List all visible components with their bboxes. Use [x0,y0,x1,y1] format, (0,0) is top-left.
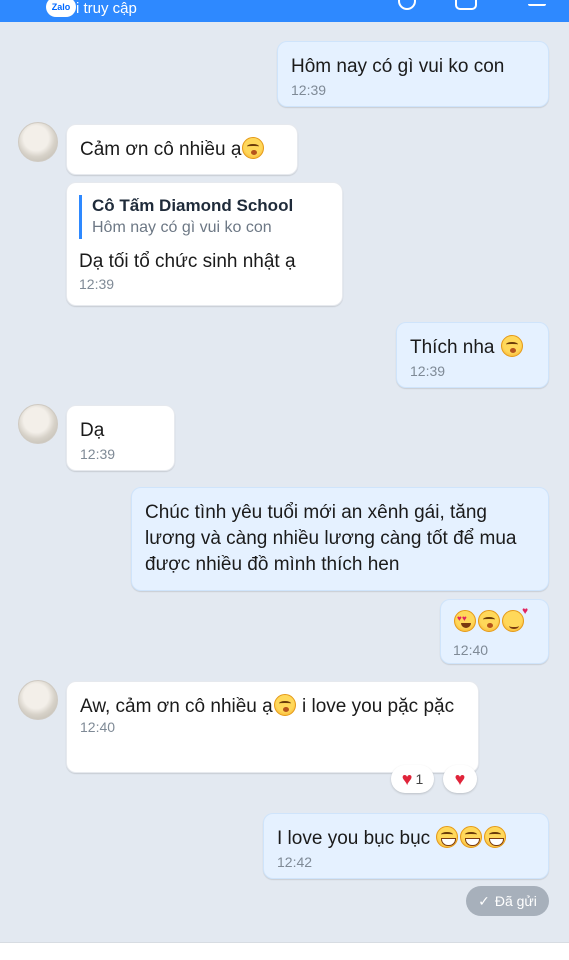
message-bubble-sent[interactable]: 12:40 [440,599,549,664]
grinning-face-icon [436,826,459,848]
message-time: 12:39 [410,363,446,379]
message-bubble-sent[interactable]: Thích nha 12:39 [396,322,549,388]
chat-header: Zalo i truy cập [0,0,569,22]
message-bubble-received[interactable]: Cảm ơn cô nhiều ạ [66,124,298,175]
message-text: Dạ tối tổ chức sinh nhật ạ [79,251,296,272]
quote-author: Cô Tấm Diamond School [92,196,294,215]
kissing-face-icon [273,694,296,716]
message-text: Thích nha [410,335,535,361]
grinning-face-icon [460,826,483,848]
menu-icon[interactable] [528,0,546,6]
message-text: Aw, cảm ơn cô nhiều ạ i love you pặc pặc [80,694,455,717]
kissing-face-icon [478,610,500,632]
sent-status-label: Đã gửi [494,893,537,909]
message-text: Hôm nay có gì vui ko con [291,56,505,77]
quoted-message[interactable]: Cô Tấm Diamond School Hôm nay có gì vui … [79,195,330,239]
message-time: 12:39 [80,446,116,462]
kissing-face-icon [242,137,265,159]
video-call-icon[interactable] [455,0,477,10]
grinning-face-icon [484,826,507,848]
emoji-row [453,606,536,634]
reaction-count-badge[interactable]: ♥ 1 [391,765,434,793]
kissing-face-icon [500,335,523,357]
message-bubble-reply[interactable]: Cô Tấm Diamond School Hôm nay có gì vui … [66,182,343,306]
quote-text: Hôm nay có gì vui ko con [92,219,272,236]
header-subtitle: i truy cập [76,0,137,17]
phone-icon[interactable] [398,0,416,10]
message-text: Cảm ơn cô nhiều ạ [80,137,284,163]
smiling-hearts-icon [502,606,528,632]
message-bubble-sent[interactable]: Hôm nay có gì vui ko con 12:39 [277,41,549,107]
heart-eyes-icon [454,610,476,632]
message-bubble-received[interactable]: Dạ 12:39 [66,405,175,471]
contact-avatar[interactable] [18,680,58,720]
message-time: 12:40 [80,719,116,735]
heart-icon: ♥ [401,769,413,789]
contact-avatar[interactable] [18,122,58,162]
zalo-logo: Zalo [46,0,76,17]
contact-avatar[interactable] [18,404,58,444]
composer-bar[interactable] [0,942,569,960]
message-bubble-sent[interactable]: I love you bục bục 12:42 [263,813,549,879]
message-time: 12:39 [291,82,327,98]
message-time: 12:42 [277,854,313,870]
message-text: Chúc tình yêu tuổi mới an xênh gái, tăng… [145,502,517,575]
check-icon: ✓ [478,892,490,909]
sent-status-badge: ✓ Đã gửi [466,886,549,916]
message-bubble-received[interactable]: Aw, cảm ơn cô nhiều ạ i love you pặc pặc… [66,681,479,773]
message-text: Dạ [80,420,105,441]
message-time: 12:39 [79,276,115,292]
message-bubble-sent[interactable]: Chúc tình yêu tuổi mới an xênh gái, tăng… [131,487,549,591]
react-heart-button[interactable]: ♥ [443,765,477,793]
reaction-count: 1 [415,771,424,787]
heart-icon: ♥ [454,769,466,789]
message-time: 12:40 [453,642,489,658]
message-text: I love you bục bục [277,826,535,852]
